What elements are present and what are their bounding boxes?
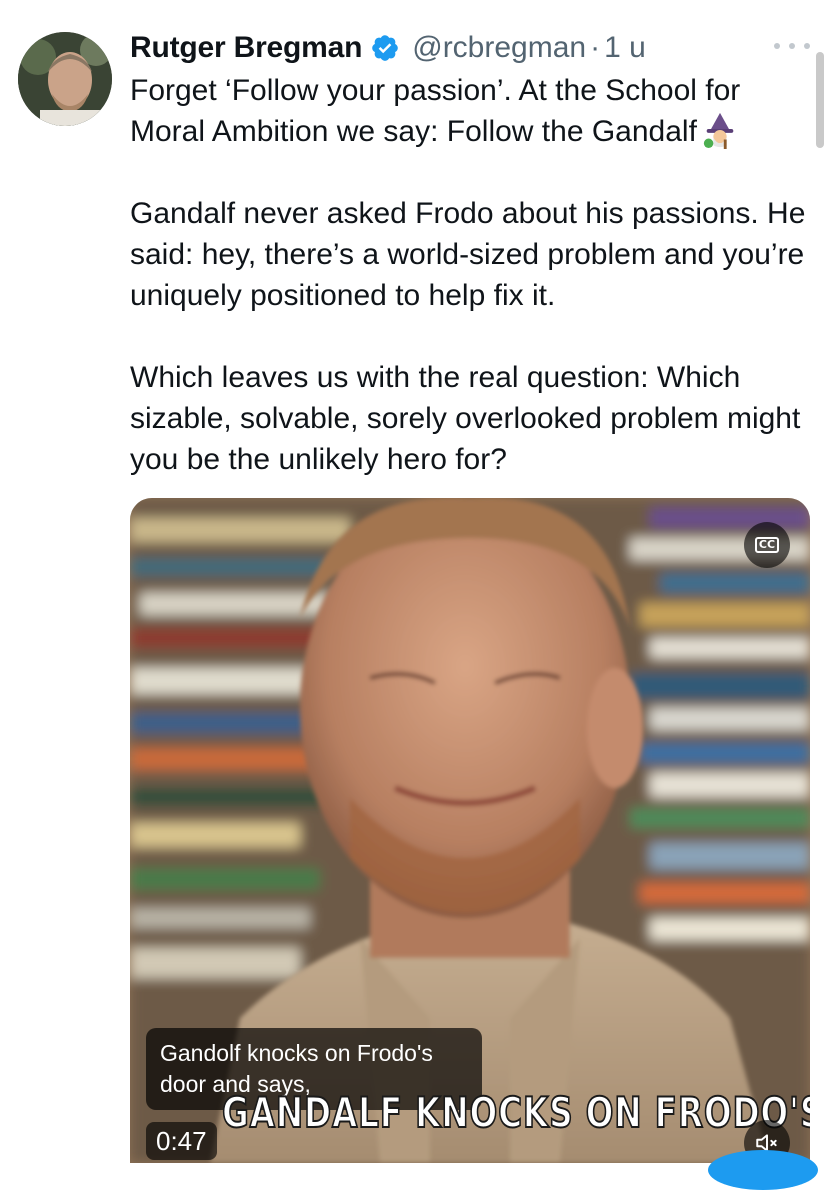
verified-badge-icon bbox=[372, 35, 399, 61]
cc-icon: CC bbox=[754, 537, 780, 553]
mage-icon bbox=[703, 112, 734, 149]
tweet-header: Rutger Bregman @rcbregman · 1 u bbox=[130, 28, 820, 68]
video-player[interactable]: CC Gandolf knocks on Frodo's door and sa… bbox=[130, 498, 810, 1163]
author-avatar[interactable] bbox=[18, 32, 112, 126]
more-dot bbox=[789, 43, 795, 49]
video-overlay-text: GANDALF KNOCKS ON FRODO'S bbox=[221, 1087, 810, 1138]
tweet-paragraph-3: Which leaves us with the real question: … bbox=[130, 361, 801, 476]
header-separator: · bbox=[590, 31, 601, 64]
avatar-image bbox=[18, 32, 112, 126]
more-options-icon[interactable] bbox=[774, 36, 810, 56]
tweet-paragraph-2: Gandalf never asked Frodo about his pass… bbox=[130, 197, 806, 312]
tweet-text: Forget ‘Follow your passion’. At the Sch… bbox=[130, 70, 810, 480]
scrollbar[interactable] bbox=[816, 52, 824, 148]
closed-captions-button[interactable]: CC bbox=[744, 522, 790, 568]
author-handle[interactable]: @rcbregman bbox=[412, 31, 586, 65]
more-dot bbox=[804, 43, 810, 49]
tweet-line-2: Moral Ambition we say: Follow the Gandal… bbox=[130, 111, 810, 152]
more-dot bbox=[774, 43, 780, 49]
compose-fab-button[interactable] bbox=[708, 1150, 818, 1190]
tweet-line-1: Forget ‘Follow your passion’. At the Sch… bbox=[130, 74, 741, 107]
tweet-line-2-text: Moral Ambition we say: Follow the Gandal… bbox=[130, 115, 697, 148]
video-time-remaining: 0:47 bbox=[146, 1122, 217, 1160]
author-name[interactable]: Rutger Bregman bbox=[130, 31, 362, 65]
tweet-timestamp[interactable]: 1 u bbox=[604, 31, 646, 65]
